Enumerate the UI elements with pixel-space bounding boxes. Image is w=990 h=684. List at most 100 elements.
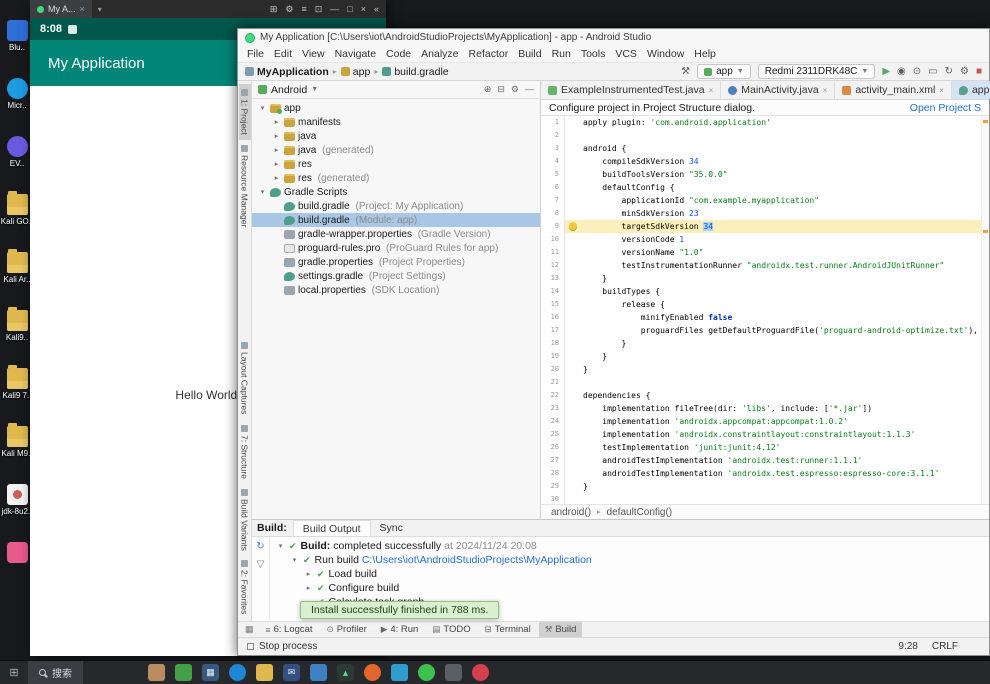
desktop-icon[interactable]: Micr..	[0, 78, 34, 110]
code-editor[interactable]: apply plugin: 'com.android.application' …	[565, 116, 989, 504]
code-line[interactable]: release {	[565, 298, 989, 311]
menu-refactor[interactable]: Refactor	[464, 48, 514, 60]
tree-arrow-icon[interactable]: ▾	[258, 104, 267, 112]
close-icon[interactable]: ×	[361, 4, 366, 15]
close-tab-icon[interactable]: ×	[80, 4, 85, 14]
collapse-icon[interactable]: «	[374, 4, 379, 15]
menu-help[interactable]: Help	[689, 48, 721, 60]
desktop-icon[interactable]: EV..	[0, 136, 34, 168]
mail-taskbar-icon[interactable]: ✉	[283, 664, 300, 681]
code-line[interactable]: compileSdkVersion 34	[565, 155, 989, 168]
menu-icon[interactable]: ≡	[301, 4, 306, 15]
window-titlebar[interactable]: My Application [C:\Users\iot\AndroidStud…	[238, 29, 989, 46]
code-line[interactable]	[565, 376, 989, 389]
path-link[interactable]: C:\Users\iot\AndroidStudioProjects\MyApp…	[362, 554, 592, 566]
caret-position[interactable]: 9:28	[898, 641, 917, 652]
tree-arrow-icon[interactable]: ▸	[304, 570, 313, 578]
tree-arrow-icon[interactable]: ▾	[290, 556, 299, 564]
device-manager-icon[interactable]: ▭	[928, 66, 937, 77]
taskbar-search[interactable]: 搜索	[28, 661, 83, 684]
code-line[interactable]: buildToolsVersion "35.0.0"	[565, 168, 989, 181]
tree-arrow-icon[interactable]: ▸	[304, 584, 313, 592]
close-tab-icon[interactable]: ×	[823, 86, 828, 95]
run-config-dropdown[interactable]: app ▼	[697, 64, 751, 79]
minimize-icon[interactable]: —	[330, 4, 339, 15]
build-tree-item[interactable]: ▾✔Build: completed successfully at 2024/…	[270, 539, 989, 553]
code-line[interactable]: applicationId "com.example.myapplication…	[565, 194, 989, 207]
tool-window-switcher-icon[interactable]: ▦	[241, 624, 258, 635]
run-icon[interactable]: ▶	[882, 66, 890, 77]
menu-view[interactable]: View	[297, 48, 330, 60]
tree-item[interactable]: proguard-rules.pro (ProGuard Rules for a…	[252, 241, 540, 255]
menu-tools[interactable]: Tools	[576, 48, 611, 60]
locate-file-icon[interactable]: ⊕	[484, 84, 492, 95]
code-line[interactable]: targetSdkVersion 34	[565, 220, 989, 233]
tree-arrow-icon[interactable]: ▾	[258, 188, 267, 196]
code-line[interactable]: buildTypes {	[565, 285, 989, 298]
explorer-taskbar-icon[interactable]	[256, 664, 273, 681]
editor-gutter[interactable]: 1234567891011121314151617181920212223242…	[541, 116, 565, 504]
tree-arrow-icon[interactable]: ▾	[276, 542, 285, 550]
tree-item[interactable]: settings.gradle (Project Settings)	[252, 269, 540, 283]
menu-build[interactable]: Build	[513, 48, 546, 60]
desktop-icon[interactable]: Kali Ar..	[0, 252, 34, 284]
sync-icon[interactable]: ↻	[945, 66, 953, 77]
settings-icon[interactable]: ⚙	[285, 4, 293, 15]
firefox-taskbar-icon[interactable]	[364, 664, 381, 681]
editor-tab[interactable]: MainActivity.java×	[721, 81, 835, 99]
desktop-icon[interactable]: jdk-8u2..	[0, 484, 34, 516]
settings-icon[interactable]: ⚙	[960, 66, 969, 77]
menu-window[interactable]: Window	[642, 48, 689, 60]
open-project-structure-link[interactable]: Open Project S	[910, 102, 981, 114]
tool-window-button-layout-captures[interactable]: Layout Captures	[239, 337, 251, 419]
tool-window-button----project[interactable]: 1: Project	[239, 84, 251, 140]
tree-arrow-icon[interactable]: ▸	[272, 146, 281, 154]
photos-taskbar-icon[interactable]	[310, 664, 327, 681]
android-studio-taskbar-icon[interactable]: ▲	[337, 664, 354, 681]
tree-item[interactable]: gradle.properties (Project Properties)	[252, 255, 540, 269]
maximize-icon[interactable]: □	[347, 4, 352, 15]
code-line[interactable]: minifyEnabled false	[565, 311, 989, 324]
tool-button-profiler[interactable]: ⊙Profiler	[321, 622, 373, 637]
editor-breadcrumb-item[interactable]: defaultConfig()	[607, 507, 673, 518]
tool-button-logcat[interactable]: ≡6: Logcat	[260, 622, 319, 637]
code-line[interactable]: defaultConfig {	[565, 181, 989, 194]
build-tree-item[interactable]: ▸✔Load build	[270, 567, 989, 581]
build-tree-item[interactable]: ▸✔Configure build	[270, 581, 989, 595]
store-taskbar-icon[interactable]	[391, 664, 408, 681]
code-line[interactable]: android {	[565, 142, 989, 155]
line-ending-indicator[interactable]: CRLF	[932, 641, 958, 652]
editor-tab[interactable]: ExampleInstrumentedTest.java×	[541, 81, 721, 99]
editor-tab[interactable]: app×	[952, 81, 990, 99]
debug-icon[interactable]: ◉	[897, 66, 906, 77]
tree-arrow-icon[interactable]: ▸	[272, 118, 281, 126]
code-line[interactable]: }	[565, 480, 989, 493]
code-line[interactable]: dependencies {	[565, 389, 989, 402]
apps-icon[interactable]: ⊞	[270, 4, 278, 15]
editor-breadcrumb-item[interactable]: android()	[551, 507, 591, 518]
avatar-taskbar-icon[interactable]	[148, 664, 165, 681]
task-view-taskbar-icon[interactable]: ▦	[202, 664, 219, 681]
code-line[interactable]: testInstrumentationRunner "androidx.test…	[565, 259, 989, 272]
desktop-icon[interactable]: Kali M9..	[0, 426, 34, 458]
tree-item[interactable]: gradle-wrapper.properties (Gradle Versio…	[252, 227, 540, 241]
tree-item[interactable]: ▾app	[252, 101, 540, 115]
desktop-icon[interactable]: Kali GO..	[0, 194, 34, 226]
close-tab-icon[interactable]: ×	[709, 86, 714, 95]
code-line[interactable]: }	[565, 363, 989, 376]
code-line[interactable]: }	[565, 337, 989, 350]
tree-item[interactable]: ▸java	[252, 129, 540, 143]
code-line[interactable]: proguardFiles getDefaultProguardFile('pr…	[565, 324, 989, 337]
code-line[interactable]: testImplementation 'junit:junit:4.12'	[565, 441, 989, 454]
start-button[interactable]: ⊞	[0, 661, 28, 684]
code-line[interactable]: androidTestImplementation 'androidx.test…	[565, 467, 989, 480]
image-viewer-taskbar-icon[interactable]	[445, 664, 462, 681]
project-view-selector[interactable]: Android	[271, 84, 307, 96]
hide-panel-icon[interactable]: —	[525, 84, 534, 95]
green-app-taskbar-icon[interactable]	[175, 664, 192, 681]
editor-tab[interactable]: activity_main.xml×	[835, 81, 952, 99]
code-line[interactable]: implementation 'androidx.appcompat:appco…	[565, 415, 989, 428]
tool-window-button-build-variants[interactable]: Build Variants	[239, 484, 251, 556]
settings-gear-icon[interactable]: ⚙	[511, 84, 519, 95]
tree-item[interactable]: ▸java (generated)	[252, 143, 540, 157]
